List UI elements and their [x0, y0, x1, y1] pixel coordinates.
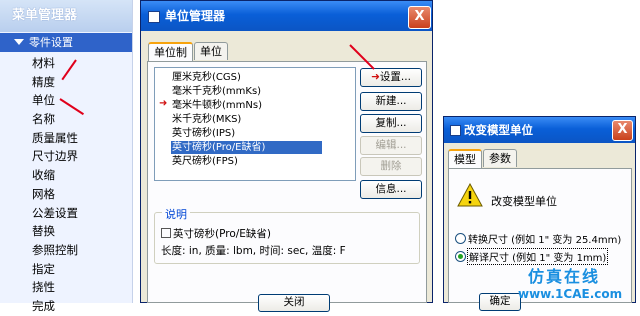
dialog-title: 单位管理器	[165, 9, 226, 23]
unit-manager-titlebar[interactable]: 单位管理器	[141, 1, 432, 31]
menu-item-designate[interactable]: 指定	[32, 260, 78, 279]
menu-item-shrinkage[interactable]: 收缩	[32, 166, 78, 185]
convert-dims-radio[interactable]	[455, 233, 466, 244]
tab-model[interactable]: 模型	[448, 149, 482, 169]
menu-title: 菜单管理器	[0, 0, 132, 32]
close-icon[interactable]: X	[408, 6, 431, 29]
menu-item-ref-control[interactable]: 参照控制	[32, 241, 78, 260]
dialog-title: 改变模型单位	[464, 123, 533, 137]
description-detail: 长度: in, 质量: lbm, 时间: sec, 温度: F	[161, 245, 346, 257]
ok-button[interactable]: 确定	[479, 293, 521, 311]
list-item[interactable]: 米千克秒(MKS)	[172, 113, 241, 126]
description-name-row: 英寸磅秒(Pro/E缺省)	[161, 226, 271, 241]
watermark-logo-text: 仿真在线	[528, 267, 601, 286]
delete-button[interactable]: 删除	[360, 157, 422, 176]
info-button[interactable]: 信息...	[360, 180, 422, 199]
tab-unit-systems[interactable]: 单位制	[148, 42, 193, 62]
description-name: 英寸磅秒(Pro/E缺省)	[173, 228, 272, 240]
window-icon	[450, 125, 461, 136]
menu-section-part-setup[interactable]: 零件设置	[0, 33, 132, 52]
arrow-icon: ➜	[371, 71, 380, 83]
menu-item-mesh[interactable]: 网格	[32, 185, 78, 204]
menu-item-replace[interactable]: 替换	[32, 222, 78, 241]
list-item[interactable]: 毫米千克秒(mmKs)	[172, 85, 261, 98]
menu-item-tolerance[interactable]: 公差设置	[32, 204, 78, 223]
change-model-titlebar[interactable]: 改变模型单位	[444, 117, 635, 143]
menu-item-flexibility[interactable]: 挠性	[32, 278, 78, 297]
tab-units[interactable]: 单位	[194, 42, 228, 60]
close-icon[interactable]: X	[612, 120, 633, 141]
change-model-tabs: 模型 参数	[448, 149, 518, 169]
convert-dims-label[interactable]: 转换尺寸 (例如 1" 变为 25.4mm)	[468, 231, 621, 246]
window-icon	[148, 11, 160, 23]
warning-message: 改变模型单位	[491, 195, 557, 208]
unit-systems-panel: 厘米克秒(CGS) 毫米千克秒(mmKs) ➜ 毫米牛顿秒(mmNs) 米千克秒…	[147, 61, 427, 312]
list-item-selected[interactable]: 英寸磅秒(Pro/E缺省)	[171, 141, 322, 154]
unit-manager-tabs: 单位制 单位	[148, 42, 229, 62]
list-item[interactable]: 毫米牛顿秒(mmNs)	[172, 99, 262, 112]
list-item[interactable]: 英尺磅秒(FPS)	[172, 155, 238, 168]
copy-button[interactable]: 复制...	[360, 114, 422, 133]
unit-manager-dialog: 单位管理器 X 单位制 单位 厘米克秒(CGS) 毫米千克秒(mmKs) ➜ 毫…	[140, 0, 433, 312]
close-button[interactable]: 关闭	[258, 294, 330, 312]
edit-button[interactable]: 编辑...	[360, 136, 422, 155]
unit-system-list[interactable]: 厘米克秒(CGS) 毫米千克秒(mmKs) ➜ 毫米牛顿秒(mmNs) 米千克秒…	[154, 67, 356, 181]
menu-item-dim-bound[interactable]: 尺寸边界	[32, 147, 78, 166]
set-button[interactable]: ➜设置...	[360, 68, 422, 87]
interpret-dims-radio[interactable]	[455, 251, 466, 262]
unit-system-icon	[161, 228, 171, 238]
list-item[interactable]: 厘米克秒(CGS)	[172, 71, 241, 84]
menu-item-name[interactable]: 名称	[32, 110, 78, 129]
menu-manager: 菜单管理器 零件设置 材料 精度 单位 名称 质量属性 尺寸边界 收缩 网格 公…	[0, 0, 133, 313]
menu-item-accuracy[interactable]: 精度	[32, 73, 78, 92]
tab-parameters[interactable]: 参数	[483, 149, 517, 167]
triangle-down-icon	[14, 39, 24, 45]
warning-icon	[457, 183, 483, 207]
menu-list: 材料 精度 单位 名称 质量属性 尺寸边界 收缩 网格 公差设置 替换 参照控制…	[32, 54, 78, 316]
menu-item-mass-props[interactable]: 质量属性	[32, 129, 78, 148]
new-button[interactable]: 新建...	[360, 92, 422, 111]
watermark-url: www.1CAE.com	[518, 287, 623, 301]
current-arrow-icon: ➜	[159, 98, 168, 109]
list-item[interactable]: 英寸磅秒(IPS)	[172, 127, 235, 140]
menu-item-done[interactable]: 完成	[32, 297, 78, 316]
set-button-label: 设置...	[379, 71, 411, 83]
menu-section-label: 零件设置	[29, 36, 73, 49]
description-label: 说明	[162, 206, 190, 222]
